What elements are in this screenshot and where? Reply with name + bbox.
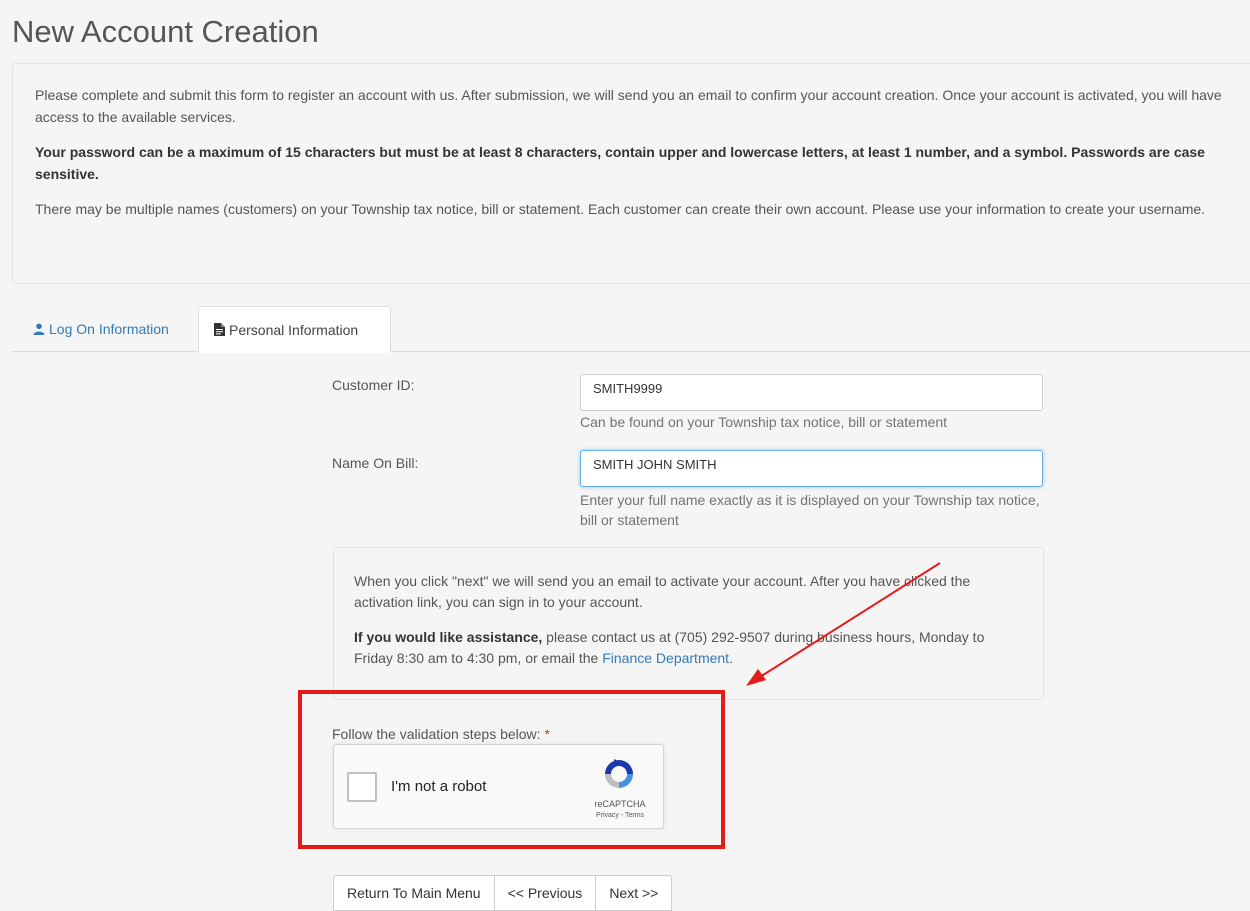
intro-well: Please complete and submit this form to … xyxy=(12,63,1250,284)
name-on-bill-value: SMITH JOHN SMITH xyxy=(593,457,717,472)
required-marker: * xyxy=(544,726,550,742)
customer-id-help: Can be found on your Township tax notice… xyxy=(580,414,948,430)
recaptcha-checkbox[interactable] xyxy=(347,772,377,802)
return-to-main-menu-button[interactable]: Return To Main Menu xyxy=(333,875,495,911)
next-button[interactable]: Next >> xyxy=(595,875,673,911)
activation-note: When you click "next" we will send you a… xyxy=(354,573,971,610)
info-well: When you click "next" we will send you a… xyxy=(333,547,1044,700)
customer-id-value: SMITH9999 xyxy=(593,381,663,396)
assistance-note: If you would like assistance, please con… xyxy=(354,627,1023,669)
name-on-bill-help: Enter your full name exactly as it is di… xyxy=(580,492,1040,528)
tab-personal-information[interactable]: Personal Information xyxy=(198,306,391,353)
tab-log-on-information[interactable]: Log On Information xyxy=(17,306,185,352)
name-on-bill-label: Name On Bill: xyxy=(332,455,419,471)
recaptcha-privacy-terms[interactable]: Privacy - Terms xyxy=(588,812,652,819)
customers-note: There may be multiple names (customers) … xyxy=(35,201,1206,217)
page-title: New Account Creation xyxy=(12,14,319,49)
tab-bar: Log On Information Personal Information xyxy=(12,306,1250,353)
recaptcha-logo-icon xyxy=(602,757,636,796)
tab-label: Personal Information xyxy=(229,321,359,338)
customer-id-input[interactable]: SMITH9999 xyxy=(580,374,1043,411)
validation-label: Follow the validation steps below: * xyxy=(332,726,550,742)
password-rules: Your password can be a maximum of 15 cha… xyxy=(35,144,1205,182)
document-icon xyxy=(214,323,225,336)
validation-text: Follow the validation steps below: xyxy=(332,726,541,742)
name-on-bill-input[interactable]: SMITH JOHN SMITH xyxy=(580,450,1043,487)
navigation-buttons: Return To Main Menu << Previous Next >> xyxy=(333,875,673,911)
customer-id-label: Customer ID: xyxy=(332,377,415,393)
recaptcha-label: I'm not a robot xyxy=(391,778,487,795)
assistance-bold: If you would like assistance, xyxy=(354,629,543,645)
recaptcha-widget: I'm not a robot reCAPTCHA Privacy - Term… xyxy=(333,744,664,829)
assistance-end: . xyxy=(729,650,733,666)
recaptcha-brand: reCAPTCHA xyxy=(594,799,646,809)
user-icon xyxy=(33,323,45,335)
intro-paragraph: Please complete and submit this form to … xyxy=(35,87,1222,125)
tab-label: Log On Information xyxy=(49,321,169,337)
previous-button[interactable]: << Previous xyxy=(493,875,597,911)
finance-department-link[interactable]: Finance Department xyxy=(602,650,729,666)
